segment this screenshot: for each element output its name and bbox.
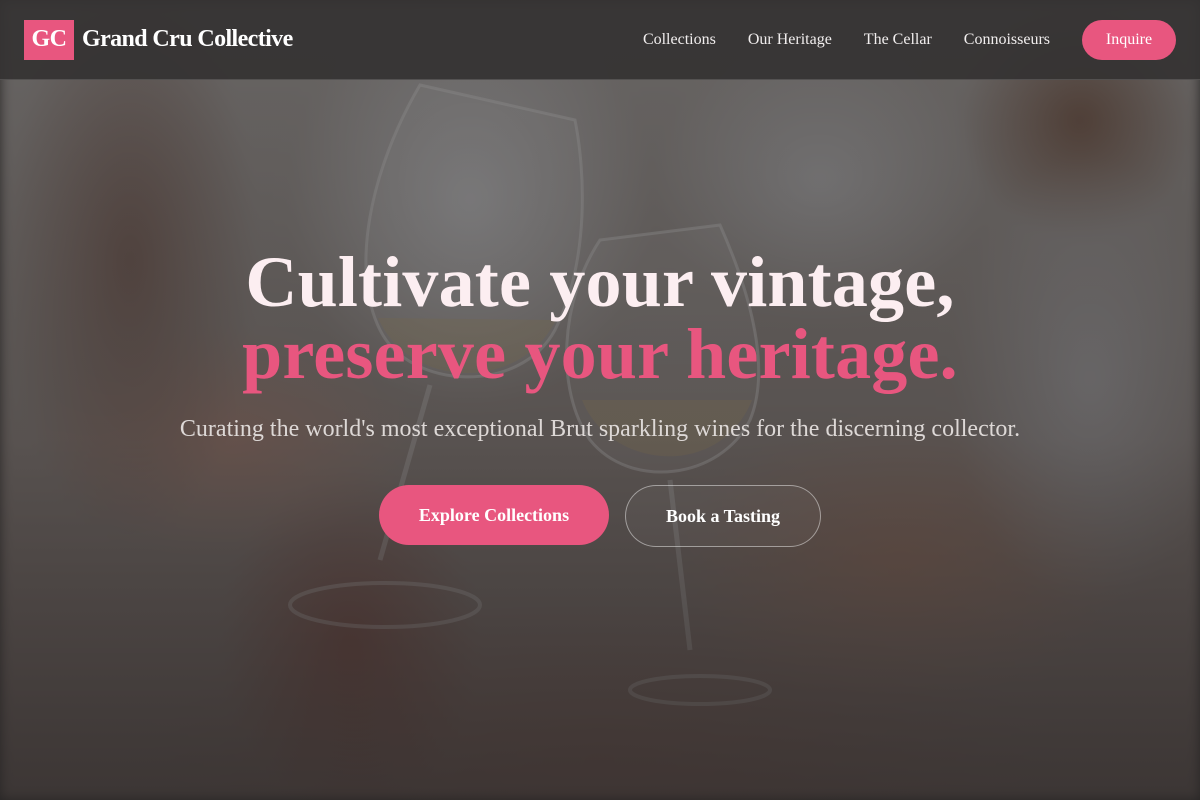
hero-cta-group: Explore Collections Book a Tasting	[0, 485, 1200, 547]
explore-collections-button[interactable]: Explore Collections	[379, 485, 609, 545]
brand[interactable]: GC Grand Cru Collective	[24, 19, 293, 60]
headline-line-2: preserve your heritage.	[242, 314, 958, 394]
main-nav: Collections Our Heritage The Cellar Conn…	[643, 19, 1176, 60]
logo-badge[interactable]: GC	[24, 19, 74, 60]
nav-link-the-cellar[interactable]: The Cellar	[864, 31, 932, 49]
landing-page: GC Grand Cru Collective Collections Our …	[0, 0, 1200, 800]
headline-line-1: Cultivate your vintage,	[245, 242, 955, 322]
hero-headline: Cultivate your vintage, preserve your he…	[0, 246, 1200, 390]
hero-section: Cultivate your vintage, preserve your he…	[0, 246, 1200, 547]
hero-subheadline: Curating the world's most exceptional Br…	[179, 416, 1021, 442]
nav-link-collections[interactable]: Collections	[643, 31, 716, 49]
site-header: GC Grand Cru Collective Collections Our …	[0, 0, 1200, 80]
brand-name[interactable]: Grand Cru Collective	[82, 26, 293, 53]
book-tasting-button[interactable]: Book a Tasting	[625, 485, 821, 547]
nav-link-connoisseurs[interactable]: Connoisseurs	[964, 31, 1050, 49]
nav-link-our-heritage[interactable]: Our Heritage	[748, 31, 832, 49]
inquire-button[interactable]: Inquire	[1082, 19, 1176, 60]
